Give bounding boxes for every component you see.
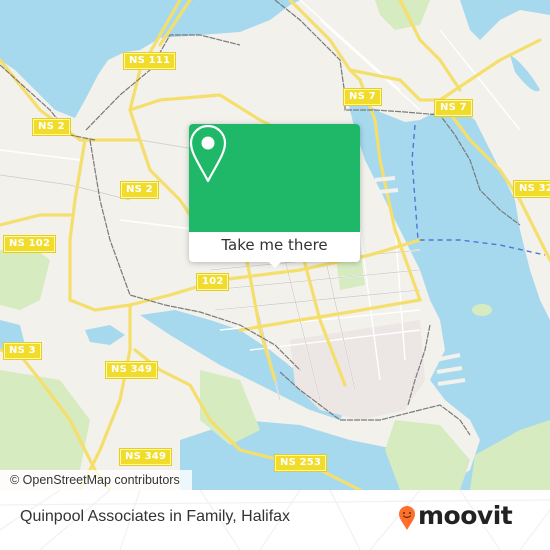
road-shield-ns3: NS 3: [4, 343, 41, 359]
road-shield-ns7-west: NS 7: [344, 89, 381, 105]
island-georges: [472, 304, 492, 316]
map-pin-icon: [189, 124, 227, 183]
moovit-pin-icon: [399, 506, 415, 530]
moovit-wordmark: moovit: [418, 501, 513, 530]
footer-bar: Quinpool Associates in Family, Halifax m…: [0, 490, 550, 550]
map-attribution[interactable]: © OpenStreetMap contributors: [0, 470, 192, 490]
road-shield-ns2-center: NS 2: [121, 182, 158, 198]
popup-header[interactable]: [189, 124, 360, 232]
road-shield-ns32: NS 32: [514, 181, 550, 197]
road-shield-ns349-north: NS 349: [106, 362, 158, 378]
road-shield-ns7-east: NS 7: [435, 100, 472, 116]
road-shield-ns349-south: NS 349: [120, 449, 172, 465]
map-view[interactable]: NS 111 NS 2 NS 2 NS 7 NS 7 NS 32 NS 102 …: [0, 0, 550, 490]
popup-pointer: [268, 261, 282, 268]
road-shield-ns102: NS 102: [4, 236, 56, 252]
road-shield-ns2-west: NS 2: [33, 119, 70, 135]
road-shield-102: 102: [197, 274, 229, 290]
road-shield-ns111: NS 111: [124, 53, 176, 69]
take-me-there-button[interactable]: Take me there: [189, 232, 360, 262]
place-name: Quinpool Associates in Family, Halifax: [20, 508, 291, 525]
road-shield-ns253: NS 253: [275, 455, 327, 471]
location-popup[interactable]: Take me there: [189, 124, 360, 268]
